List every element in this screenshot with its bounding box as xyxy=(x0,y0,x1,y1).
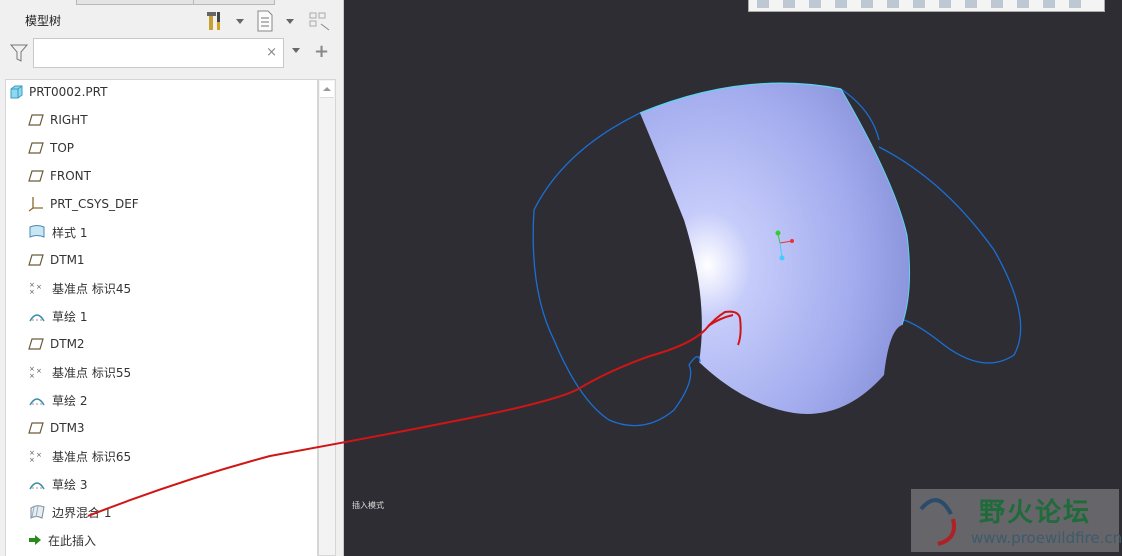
tree-columns-icon[interactable] xyxy=(309,12,331,32)
show-settings-icon[interactable] xyxy=(256,10,274,32)
svg-text:×: × xyxy=(29,372,35,379)
toolbar-button[interactable] xyxy=(1017,0,1029,8)
datum-point-icon: × × × xyxy=(28,365,52,379)
graphics-toolbar xyxy=(748,0,1105,12)
tree-item-label: RIGHT xyxy=(50,113,88,127)
csys-icon xyxy=(28,196,50,212)
tree-item[interactable]: 在此插入 xyxy=(28,528,96,552)
toolbar-button[interactable] xyxy=(913,0,925,8)
add-button[interactable]: + xyxy=(314,41,329,62)
tree-item[interactable]: 样式 1 xyxy=(28,220,87,244)
svg-text:×: × xyxy=(36,283,42,291)
tree-scrollbar[interactable] xyxy=(318,79,336,556)
tree-item-label: 草绘 2 xyxy=(52,393,88,408)
toolbar-button[interactable] xyxy=(965,0,977,8)
tree-item[interactable]: 草绘 3 xyxy=(28,472,87,496)
search-dropdown[interactable] xyxy=(292,48,300,53)
toolbar-button[interactable] xyxy=(1069,0,1081,8)
tree-item-label: TOP xyxy=(50,141,75,155)
tree-item-label: PRT0002.PRT xyxy=(29,85,108,99)
toolbar-button[interactable] xyxy=(809,0,821,8)
tree-item[interactable]: 边界混合 1 xyxy=(28,500,111,524)
search-field[interactable]: × xyxy=(33,38,284,68)
tree-item-label: DTM1 xyxy=(50,253,85,267)
datum-plane-icon xyxy=(28,114,50,126)
datum-plane-icon xyxy=(28,422,50,434)
datum-plane-icon xyxy=(28,254,50,266)
tree-item-label: FRONT xyxy=(50,169,91,183)
toolbar-button[interactable] xyxy=(887,0,899,8)
mode-status-text: 插入模式 xyxy=(352,501,384,510)
model-tree-panel: 模型树 × + PRT0002.PRT RIGHT TOP FRONT PRT_CSYS… xyxy=(0,0,344,556)
toolbar-button[interactable] xyxy=(1043,0,1055,8)
tree-item-root[interactable]: PRT0002.PRT xyxy=(9,80,107,104)
search-input[interactable] xyxy=(38,39,262,67)
datum-point-icon: × × × xyxy=(28,281,52,295)
tree-item[interactable]: FRONT xyxy=(28,164,91,188)
toolbar-button[interactable] xyxy=(991,0,1003,8)
model-view xyxy=(532,82,1022,427)
panel-title: 模型树 xyxy=(25,14,62,28)
datum-plane-icon xyxy=(28,338,50,350)
panel-tab[interactable] xyxy=(76,0,194,5)
style-icon xyxy=(28,224,52,240)
tree-item[interactable]: × × × 基准点 标识65 xyxy=(28,444,131,468)
sketch-icon xyxy=(28,393,52,407)
show-dropdown[interactable] xyxy=(286,19,294,24)
svg-text:×: × xyxy=(29,456,35,463)
insert-here-arrow-icon xyxy=(28,534,48,546)
panel-tab[interactable] xyxy=(193,0,275,5)
tree-item-label: 草绘 3 xyxy=(52,477,88,492)
toolbar-button[interactable] xyxy=(939,0,951,8)
tree-item[interactable]: 草绘 2 xyxy=(28,388,87,412)
tree-item[interactable]: DTM2 xyxy=(28,332,85,356)
tree-item-label: 基准点 标识55 xyxy=(52,365,132,380)
tools-icon[interactable] xyxy=(205,10,223,32)
svg-text:×: × xyxy=(36,367,42,375)
datum-plane-icon xyxy=(28,142,50,154)
toolbar-button[interactable] xyxy=(835,0,847,8)
filter-icon[interactable] xyxy=(10,44,28,62)
tree-item[interactable]: × × × 基准点 标识55 xyxy=(28,360,131,384)
watermark-logo: 野火论坛 www.proewildfire.cn xyxy=(911,489,1122,552)
datum-point-icon: × × × xyxy=(28,449,52,463)
tree-item-label: PRT_CSYS_DEF xyxy=(50,197,139,211)
boundary-blend-icon xyxy=(28,504,52,520)
svg-text:×: × xyxy=(29,288,35,295)
tree-item-label: 边界混合 1 xyxy=(52,505,112,520)
toolbar-button[interactable] xyxy=(757,0,769,8)
graphics-viewport[interactable] xyxy=(344,0,1122,556)
tree-item-label: 基准点 标识45 xyxy=(52,281,132,296)
tree-item-label: 草绘 1 xyxy=(52,309,88,324)
sketch-icon xyxy=(28,309,52,323)
model-tree: PRT0002.PRT RIGHT TOP FRONT PRT_CSYS_DEF 样式 1… xyxy=(5,79,318,556)
svg-text:×: × xyxy=(36,451,42,459)
tree-item[interactable]: DTM3 xyxy=(28,416,85,440)
toolbar-button[interactable] xyxy=(861,0,873,8)
watermark-url: www.proewildfire.cn xyxy=(971,529,1122,547)
tree-item-label: DTM3 xyxy=(50,421,85,435)
clear-search-button[interactable]: × xyxy=(266,45,277,60)
boundary-blend-surface[interactable] xyxy=(640,83,910,414)
toolbar-button[interactable] xyxy=(783,0,795,8)
watermark-title: 野火论坛 xyxy=(979,498,1092,528)
watermark-emblem-icon xyxy=(919,498,956,546)
tree-item[interactable]: × × × 基准点 标识45 xyxy=(28,276,131,300)
sketch-icon xyxy=(28,477,52,491)
tree-item-label: 样式 1 xyxy=(52,225,88,240)
scroll-up-button[interactable] xyxy=(320,81,334,98)
datum-plane-icon xyxy=(28,170,50,182)
tools-dropdown[interactable] xyxy=(236,19,244,24)
tree-item-label: DTM2 xyxy=(50,337,85,351)
tree-item-label: 基准点 标识65 xyxy=(52,449,132,464)
part-icon xyxy=(9,85,29,99)
tree-item-label: 在此插入 xyxy=(48,533,97,548)
tree-item[interactable]: RIGHT xyxy=(28,108,88,132)
tree-item[interactable]: 草绘 1 xyxy=(28,304,87,328)
tree-item[interactable]: TOP xyxy=(28,136,74,160)
tree-item[interactable]: DTM1 xyxy=(28,248,85,272)
tree-item[interactable]: PRT_CSYS_DEF xyxy=(28,192,139,216)
